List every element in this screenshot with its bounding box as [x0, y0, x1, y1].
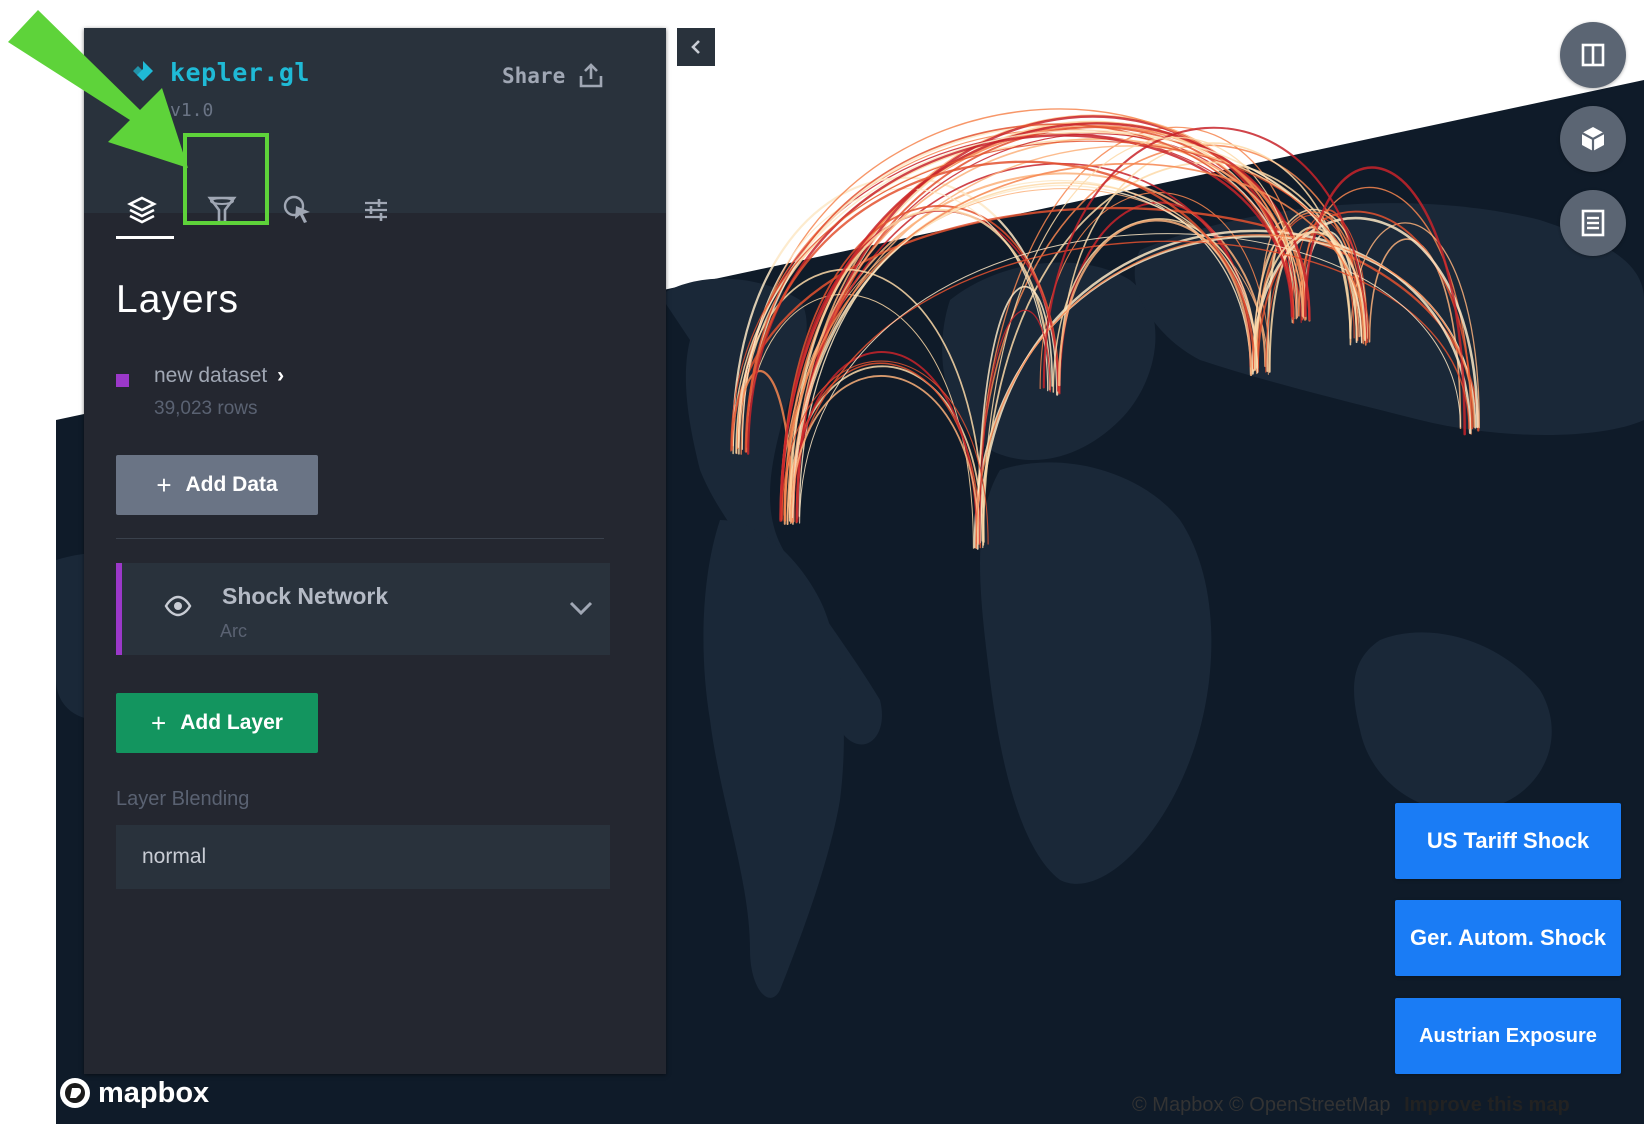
share-label: Share	[502, 64, 566, 88]
divider	[116, 538, 604, 539]
split-map-icon	[1581, 43, 1605, 67]
layer-blending-value: normal	[142, 845, 207, 868]
layer-type: Arc	[220, 621, 247, 641]
3d-view-icon	[1581, 127, 1605, 151]
add-data-button[interactable]: + Add Data	[116, 455, 318, 515]
map-attribution: © Mapbox © OpenStreetMap Improve this ma…	[1132, 1094, 1570, 1117]
share-button[interactable]: Share	[502, 58, 605, 94]
chevron-down-icon[interactable]	[568, 599, 594, 617]
dataset-name-label: new dataset	[154, 364, 268, 387]
panel-header: kepler.gl v1.0 Share	[84, 28, 666, 239]
interaction-icon	[283, 195, 310, 223]
dataset-color-swatch	[116, 374, 129, 387]
side-panel: kepler.gl v1.0 Share Layers new dataset …	[84, 28, 666, 1074]
3d-view-button[interactable]	[1560, 106, 1626, 172]
eye-icon[interactable]	[164, 595, 192, 617]
dataset-name[interactable]: new dataset ›	[154, 364, 284, 388]
map-legend-button[interactable]	[1560, 190, 1626, 256]
attribution-text: © Mapbox © OpenStreetMap	[1132, 1094, 1391, 1116]
map-settings-icon	[365, 199, 387, 221]
add-data-label: Add Data	[185, 473, 278, 496]
share-icon	[579, 63, 603, 88]
plus-icon: +	[151, 708, 167, 738]
layer-blending-label: Layer Blending	[116, 788, 250, 810]
legend-icon	[1581, 209, 1605, 237]
collapse-panel-button[interactable]	[677, 28, 715, 66]
layer-panel-shock-network[interactable]: Shock Network Arc	[116, 563, 610, 655]
us-tariff-shock-label: US Tariff Shock	[1426, 828, 1590, 853]
tab-interactions[interactable]	[268, 180, 328, 240]
austrian-exposure-label: Austrian Exposure	[1419, 1024, 1597, 1047]
ger-autom-shock-button[interactable]: Ger. Autom. Shock	[1395, 900, 1621, 976]
tab-map-settings[interactable]	[346, 180, 406, 240]
add-layer-button[interactable]: + Add Layer	[116, 693, 318, 753]
app-version: v1.0	[170, 100, 214, 121]
layer-name: Shock Network	[222, 583, 389, 609]
plus-icon: +	[156, 470, 172, 500]
tab-filters[interactable]	[192, 180, 252, 240]
layer-blending-select[interactable]: normal	[116, 825, 610, 889]
ger-autom-shock-label: Ger. Autom. Shock	[1409, 925, 1606, 950]
us-tariff-shock-button[interactable]: US Tariff Shock	[1395, 803, 1621, 879]
tab-layers[interactable]	[112, 180, 172, 240]
add-layer-label: Add Layer	[180, 711, 283, 734]
austrian-exposure-button[interactable]: Austrian Exposure	[1395, 998, 1621, 1074]
app-name: kepler.gl	[170, 58, 310, 87]
mapbox-logo-icon	[60, 1078, 90, 1108]
split-map-button[interactable]	[1560, 22, 1626, 88]
active-tab-indicator	[116, 236, 174, 239]
layers-icon	[127, 196, 157, 224]
chevron-left-icon	[691, 40, 700, 54]
improve-map-link[interactable]: Improve this map	[1404, 1094, 1570, 1116]
chevron-right-icon: ›	[277, 364, 285, 387]
mapbox-logo-text: mapbox	[98, 1076, 210, 1109]
mapbox-logo[interactable]: mapbox	[58, 1076, 209, 1110]
page-title: Layers	[116, 278, 240, 321]
dataset-row-count: 39,023 rows	[154, 398, 258, 419]
filter-icon	[207, 196, 237, 224]
kepler-logo-icon	[133, 61, 153, 81]
